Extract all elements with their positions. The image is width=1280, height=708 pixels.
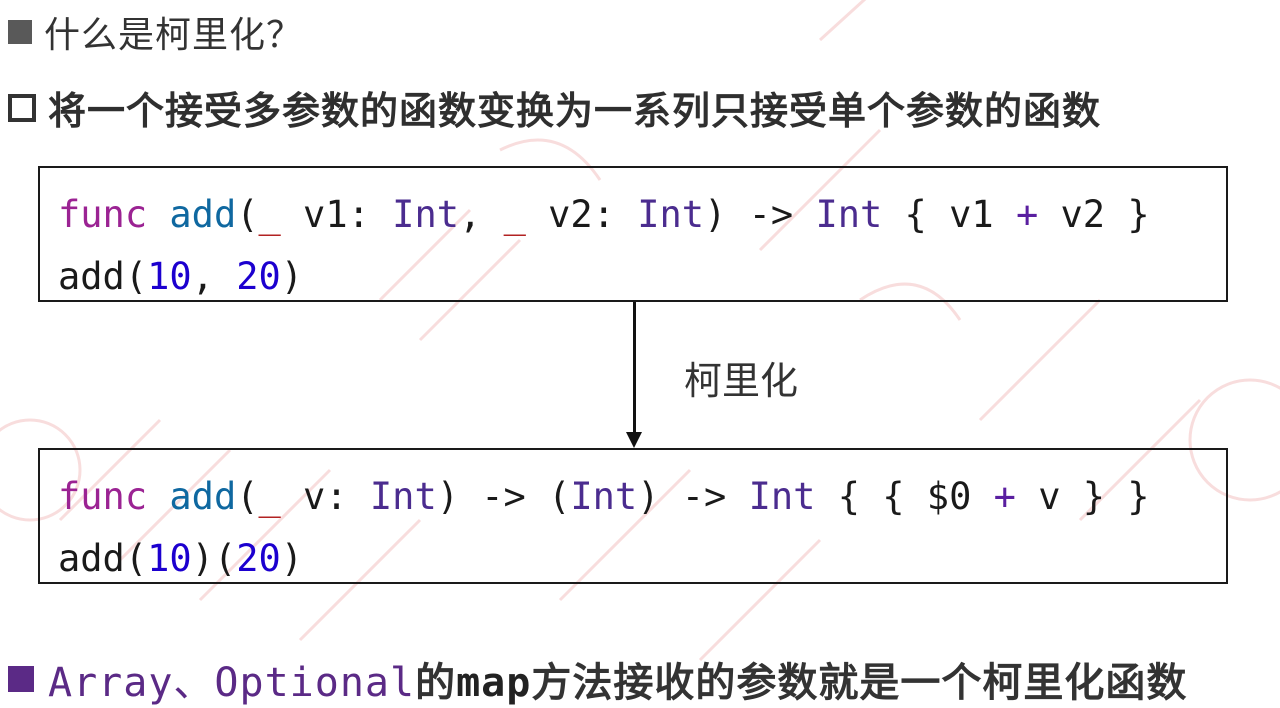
code-token: ,	[191, 255, 237, 298]
code-token: _	[503, 193, 526, 236]
down-arrow-icon	[626, 432, 642, 448]
code-token: (	[236, 475, 259, 518]
code-token: 20	[236, 255, 281, 298]
code-token: ) ->	[637, 475, 749, 518]
note-text: Array、Optional的map方法接收的参数就是一个柯里化函数	[48, 650, 1187, 708]
code-token: ) -> (	[436, 475, 571, 518]
code-line: add(10)(20)	[58, 528, 1226, 590]
code-token: +	[993, 475, 1016, 518]
code-block-after: func add(_ v: Int) -> (Int) -> Int { { $…	[38, 448, 1228, 584]
code-token: add	[169, 475, 237, 518]
code-token: add	[169, 193, 237, 236]
code-token: Int	[815, 193, 883, 236]
code-block-before: func add(_ v1: Int, _ v2: Int) -> Int { …	[38, 166, 1228, 302]
code-token: Int	[369, 475, 437, 518]
down-arrow-shaft	[633, 302, 636, 438]
code-token: add(	[58, 537, 148, 580]
definition-bullet: 将一个接受多参数的函数变换为一系列只接受单个参数的函数	[8, 80, 1101, 135]
code-token: _	[258, 193, 281, 236]
code-token: ) ->	[704, 193, 816, 236]
code-token: 10	[147, 255, 192, 298]
arrow-label: 柯里化	[684, 359, 799, 403]
square-bullet-icon	[8, 20, 32, 44]
code-token: func	[58, 475, 148, 518]
code-token: ,	[459, 193, 504, 236]
code-token: _	[258, 475, 281, 518]
code-line: func add(_ v: Int) -> (Int) -> Int { { $…	[58, 466, 1226, 528]
note-connector: 的	[415, 660, 457, 706]
code-token: v2 }	[1038, 193, 1150, 236]
code-token: 20	[236, 537, 281, 580]
code-token: add(	[58, 255, 148, 298]
code-token: v } }	[1015, 475, 1150, 518]
code-token: (	[236, 193, 259, 236]
note-types: Array、Optional	[48, 660, 416, 706]
question-text: 什么是柯里化？	[44, 15, 304, 56]
code-token: Int	[570, 475, 638, 518]
note-rest: 方法接收的参数就是一个柯里化函数	[531, 660, 1188, 706]
code-token: v2:	[525, 193, 638, 236]
code-token: v:	[280, 475, 370, 518]
note-bullet: Array、Optional的map方法接收的参数就是一个柯里化函数	[8, 650, 1187, 708]
code-token: Int	[637, 193, 705, 236]
definition-text: 将一个接受多参数的函数变换为一系列只接受单个参数的函数	[48, 89, 1102, 133]
code-token: 10	[147, 537, 192, 580]
code-line: add(10, 20)	[58, 246, 1226, 308]
code-token: func	[58, 193, 148, 236]
code-token: )	[280, 537, 304, 580]
code-token: { v1	[882, 193, 1016, 236]
code-token: { { $0	[815, 475, 994, 518]
code-token: Int	[392, 193, 459, 236]
question-bullet: 什么是柯里化？	[8, 6, 303, 58]
note-map: map	[456, 660, 532, 706]
code-token: Int	[748, 475, 816, 518]
code-token: )(	[191, 537, 237, 580]
code-line: func add(_ v1: Int, _ v2: Int) -> Int { …	[58, 184, 1226, 246]
code-token: +	[1015, 193, 1039, 236]
square-bullet-icon	[8, 666, 34, 692]
code-token: v1:	[280, 193, 393, 236]
hollow-square-bullet-icon	[8, 93, 36, 122]
code-token: )	[280, 255, 304, 298]
